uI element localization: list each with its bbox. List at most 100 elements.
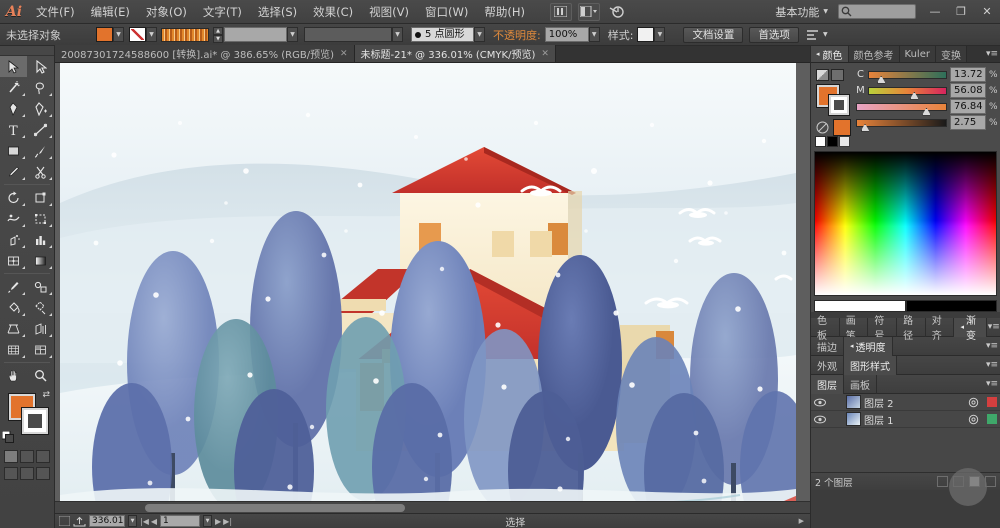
stroke-color-dropdown[interactable]: ▼ bbox=[146, 27, 157, 42]
live-paint-selection-tool[interactable] bbox=[27, 297, 54, 318]
stroke-profile-dropdown[interactable]: ▼ bbox=[392, 27, 403, 42]
scale-tool[interactable] bbox=[27, 187, 54, 208]
column-graph-tool[interactable] bbox=[27, 229, 54, 250]
menu-object[interactable]: 对象(O) bbox=[138, 0, 195, 24]
tab-brushes[interactable]: 画笔 bbox=[840, 316, 869, 342]
document-setup-button[interactable]: 文档设置 bbox=[683, 26, 744, 43]
live-paint-bucket-tool[interactable] bbox=[0, 297, 27, 318]
slider-magenta-track[interactable] bbox=[868, 86, 947, 100]
selection-tool[interactable] bbox=[0, 56, 27, 77]
zoom-level-input[interactable]: 336.01 bbox=[89, 515, 125, 527]
pencil-tool[interactable] bbox=[0, 161, 27, 182]
brush-definition-select[interactable]: 5 点圆形 bbox=[411, 27, 474, 42]
current-tool-label[interactable]: 选择 bbox=[505, 514, 525, 528]
warp-tool[interactable] bbox=[0, 208, 27, 229]
quick-swatch-white[interactable] bbox=[815, 136, 826, 147]
slider-black-track[interactable] bbox=[856, 118, 947, 132]
opacity-dropdown[interactable]: ▼ bbox=[588, 27, 600, 42]
document-tab-1[interactable]: 20087301724588600 [转换].ai* @ 386.65% (RG… bbox=[55, 45, 355, 62]
align-chevron-icon[interactable]: ▼ bbox=[823, 31, 828, 38]
menu-file[interactable]: 文件(F) bbox=[28, 0, 83, 24]
stroke-profile-preview[interactable] bbox=[161, 27, 209, 42]
bridge-icon[interactable] bbox=[549, 2, 572, 21]
mesh-gradient-tool[interactable] bbox=[0, 339, 27, 360]
none-color-icon[interactable] bbox=[816, 121, 829, 134]
layer-visibility-icon[interactable] bbox=[813, 415, 827, 424]
default-fill-stroke-icon[interactable] bbox=[1, 430, 14, 446]
artboard-prev-button[interactable]: ◀ bbox=[151, 517, 157, 526]
color-panel-menu-icon[interactable]: ▾≡ bbox=[984, 46, 1000, 62]
tab-color-guide[interactable]: 颜色参考 bbox=[848, 46, 900, 62]
artboard-number-dropdown[interactable]: ▼ bbox=[203, 515, 213, 527]
layer-target-icon[interactable] bbox=[962, 397, 984, 408]
fill-color-swatch[interactable] bbox=[96, 27, 113, 42]
brush-definition-dropdown[interactable]: ▼ bbox=[474, 27, 485, 42]
stroke-color-swatch[interactable] bbox=[129, 27, 146, 42]
color-panel-current-color[interactable] bbox=[833, 119, 851, 136]
gradient-collapse-icon[interactable]: ◂ bbox=[960, 323, 964, 331]
export-icon[interactable] bbox=[73, 516, 86, 527]
tab-color[interactable]: ◂ 颜色 bbox=[811, 46, 849, 62]
tab-gradient[interactable]: ◂ 渐变 bbox=[954, 316, 988, 342]
tab-layers[interactable]: 图层 bbox=[811, 374, 844, 394]
toolbox-grip[interactable] bbox=[0, 46, 54, 56]
document-tab-1-close-icon[interactable]: ✕ bbox=[340, 49, 348, 59]
rectangle-tool[interactable] bbox=[0, 140, 27, 161]
slider-magenta-value[interactable]: 56.08 bbox=[950, 83, 986, 98]
tab-graphic-styles[interactable]: 图形样式 bbox=[844, 355, 897, 375]
tab-appearance[interactable]: 外观 bbox=[811, 355, 844, 375]
layers-panel-menu-icon[interactable]: ▾≡ bbox=[984, 379, 1000, 389]
color-spectrum-bar[interactable] bbox=[814, 151, 997, 296]
artboard-next-button[interactable]: ▶ bbox=[215, 517, 221, 526]
quick-swatch-black[interactable] bbox=[827, 136, 838, 147]
menu-view[interactable]: 视图(V) bbox=[361, 0, 417, 24]
artboard-first-button[interactable]: |◀ bbox=[140, 517, 149, 526]
symbol-sprayer-tool[interactable] bbox=[0, 229, 27, 250]
pen-tool[interactable] bbox=[0, 98, 27, 119]
rotate-tool[interactable] bbox=[0, 187, 27, 208]
layer-row[interactable]: 图层 1 bbox=[811, 411, 1000, 428]
paintbrush-tool[interactable] bbox=[27, 140, 54, 161]
stroke-weight-dropdown[interactable]: ▼ bbox=[287, 27, 298, 42]
panel-collapse-icon[interactable]: ◂ bbox=[816, 50, 820, 58]
workspace-selector[interactable]: 基本功能 bbox=[771, 4, 823, 20]
workspace-chevron-icon[interactable]: ▼ bbox=[823, 8, 828, 15]
perspective-grid-tool[interactable] bbox=[0, 318, 27, 339]
tab-transform[interactable]: 变换 bbox=[935, 46, 967, 62]
add-anchor-point-tool[interactable] bbox=[27, 98, 54, 119]
menu-help[interactable]: 帮助(H) bbox=[476, 0, 533, 24]
artboard-number-input[interactable]: 1 bbox=[160, 515, 201, 527]
zoom-tool[interactable] bbox=[27, 365, 54, 386]
draw-behind-button[interactable] bbox=[20, 467, 34, 480]
hand-tool[interactable] bbox=[0, 365, 27, 386]
mini-swatch-2[interactable] bbox=[831, 69, 844, 81]
zoom-level-dropdown[interactable]: ▼ bbox=[128, 515, 137, 527]
none-button[interactable] bbox=[36, 450, 50, 463]
transparency-panel-menu-icon[interactable]: ▾≡ bbox=[984, 341, 1000, 351]
draw-normal-button[interactable] bbox=[4, 467, 18, 480]
direct-selection-tool[interactable] bbox=[27, 56, 54, 77]
tab-swatches[interactable]: 色板 bbox=[811, 316, 840, 342]
window-close-button[interactable]: ✕ bbox=[974, 0, 1000, 24]
menu-edit[interactable]: 编辑(E) bbox=[83, 0, 138, 24]
tab-artboards[interactable]: 画板 bbox=[844, 374, 877, 394]
slider-magenta[interactable]: M 56.08 % bbox=[856, 83, 998, 100]
tab-align[interactable]: 对齐 bbox=[926, 316, 955, 342]
tab-pathfinder[interactable]: 路径 bbox=[897, 316, 926, 342]
slider-cyan-thumb[interactable] bbox=[876, 75, 886, 84]
menu-effect[interactable]: 效果(C) bbox=[305, 0, 361, 24]
lasso-tool[interactable] bbox=[27, 77, 54, 98]
stroke-profile-input[interactable] bbox=[304, 27, 392, 42]
menu-window[interactable]: 窗口(W) bbox=[417, 0, 476, 24]
tab-stroke[interactable]: 描边 bbox=[811, 336, 844, 356]
spectrum-black-swatch[interactable] bbox=[905, 300, 997, 312]
preferences-button[interactable]: 首选项 bbox=[749, 26, 799, 43]
layer-visibility-icon[interactable] bbox=[813, 398, 827, 407]
slider-cyan-value[interactable]: 13.72 bbox=[950, 67, 986, 82]
arrange-documents-icon[interactable] bbox=[577, 2, 600, 21]
canvas-area[interactable] bbox=[55, 63, 810, 513]
stroke-weight-stepper[interactable]: ▲ ▼ bbox=[213, 27, 223, 43]
layer-name[interactable]: 图层 1 bbox=[864, 412, 894, 427]
artboard[interactable] bbox=[60, 63, 796, 513]
quick-swatch-light[interactable] bbox=[839, 136, 850, 147]
